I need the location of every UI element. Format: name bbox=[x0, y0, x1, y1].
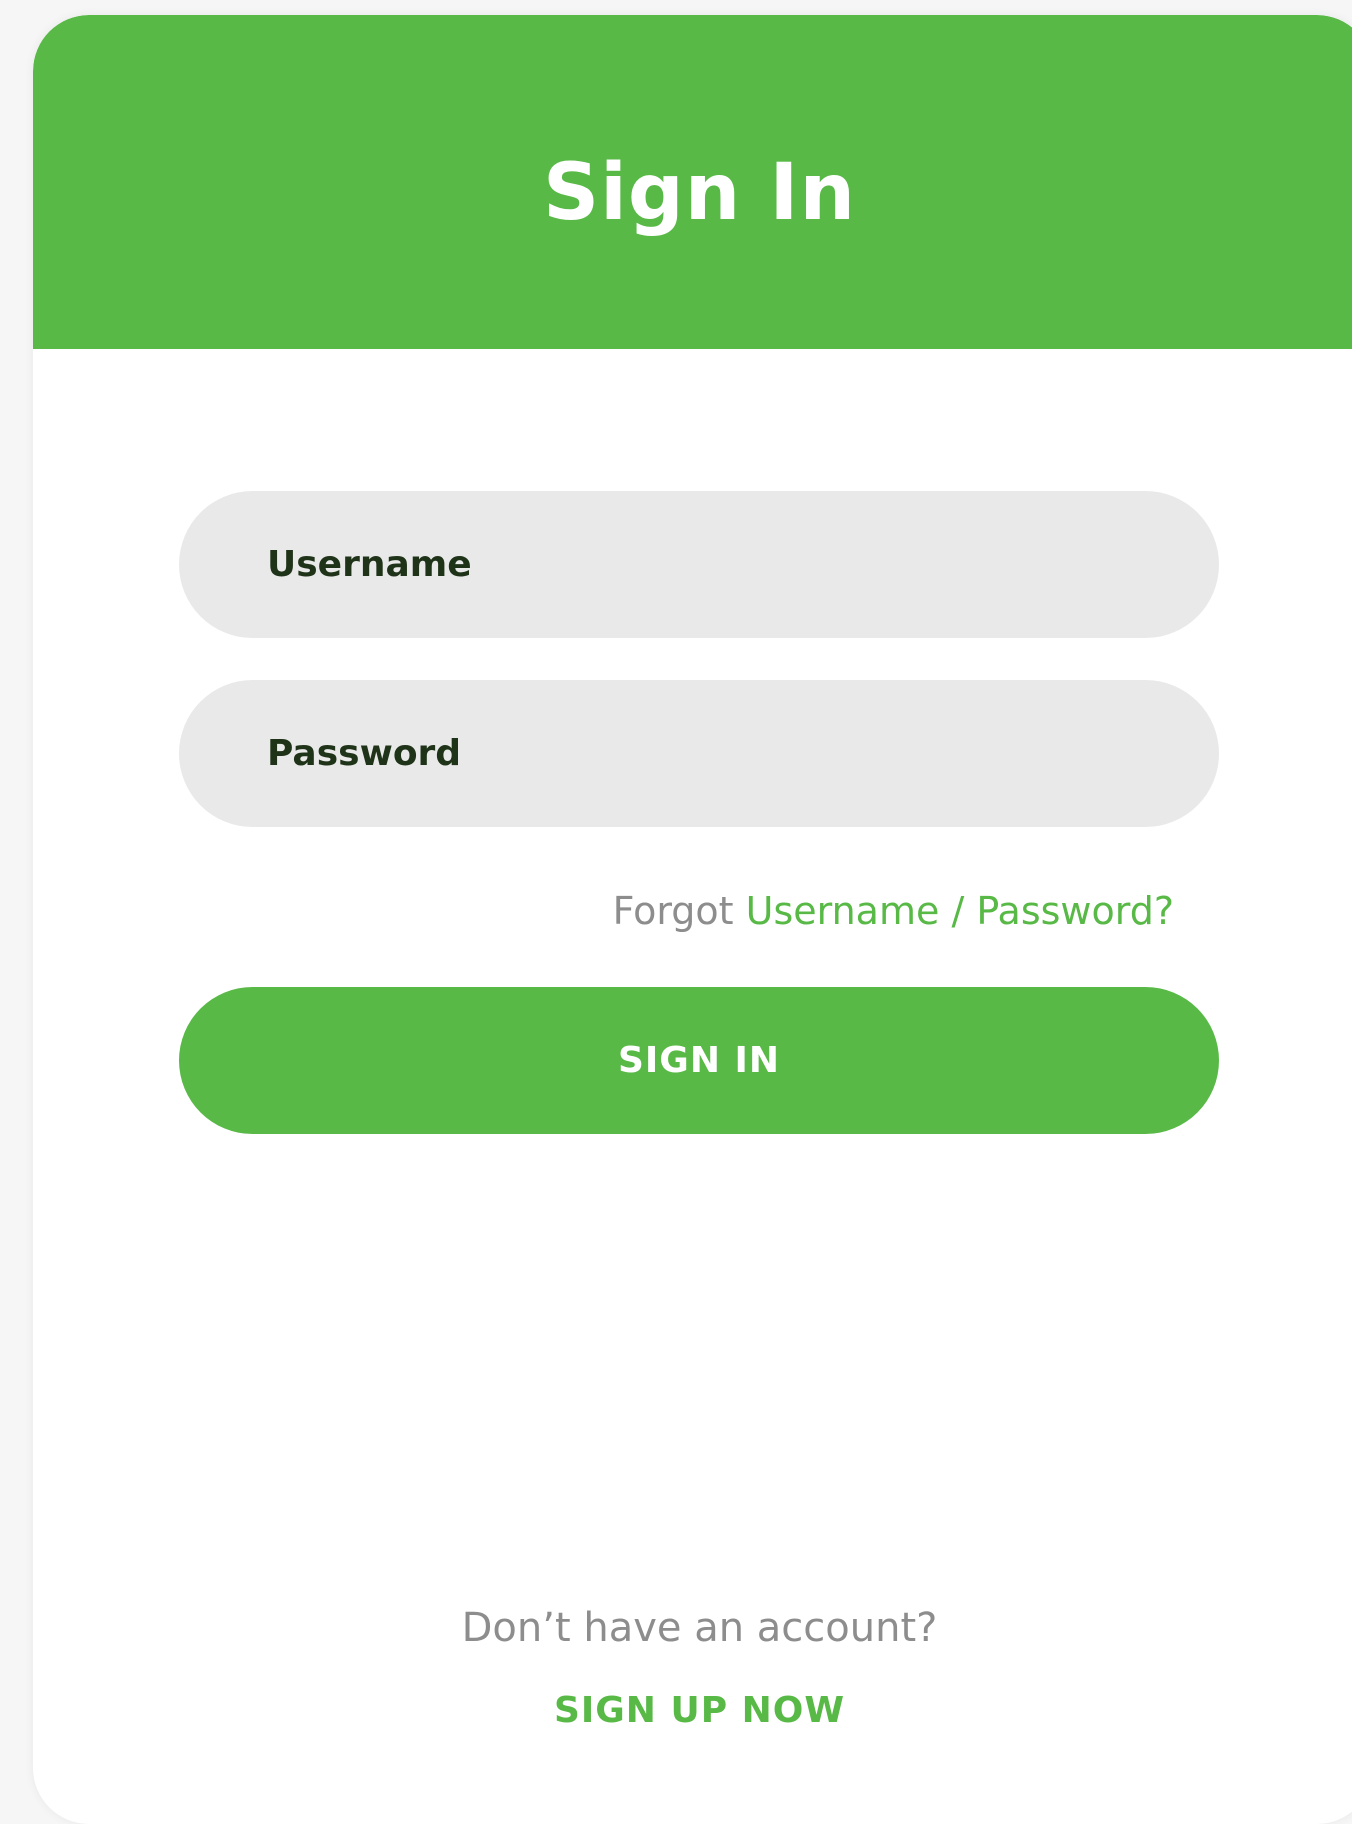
password-field[interactable] bbox=[179, 680, 1219, 827]
sign-in-button[interactable]: SIGN IN bbox=[179, 987, 1219, 1134]
username-field[interactable] bbox=[179, 491, 1219, 638]
no-account-prompt: Don’t have an account? bbox=[461, 1605, 938, 1651]
card-header: Sign In bbox=[33, 15, 1352, 349]
forgot-prefix: Forgot bbox=[612, 889, 734, 933]
password-input[interactable] bbox=[179, 680, 1219, 827]
sign-up-link[interactable]: SIGN UP NOW bbox=[33, 1683, 1352, 1739]
username-input[interactable] bbox=[179, 491, 1219, 638]
page-title: Sign In bbox=[543, 148, 856, 238]
forgot-credentials-link[interactable]: Username / Password? bbox=[746, 889, 1174, 933]
forgot-credentials-text: Forgot Username / Password? bbox=[613, 883, 1174, 939]
sign-in-card: Sign In Forgot Username / Password? SIGN… bbox=[33, 15, 1352, 1824]
